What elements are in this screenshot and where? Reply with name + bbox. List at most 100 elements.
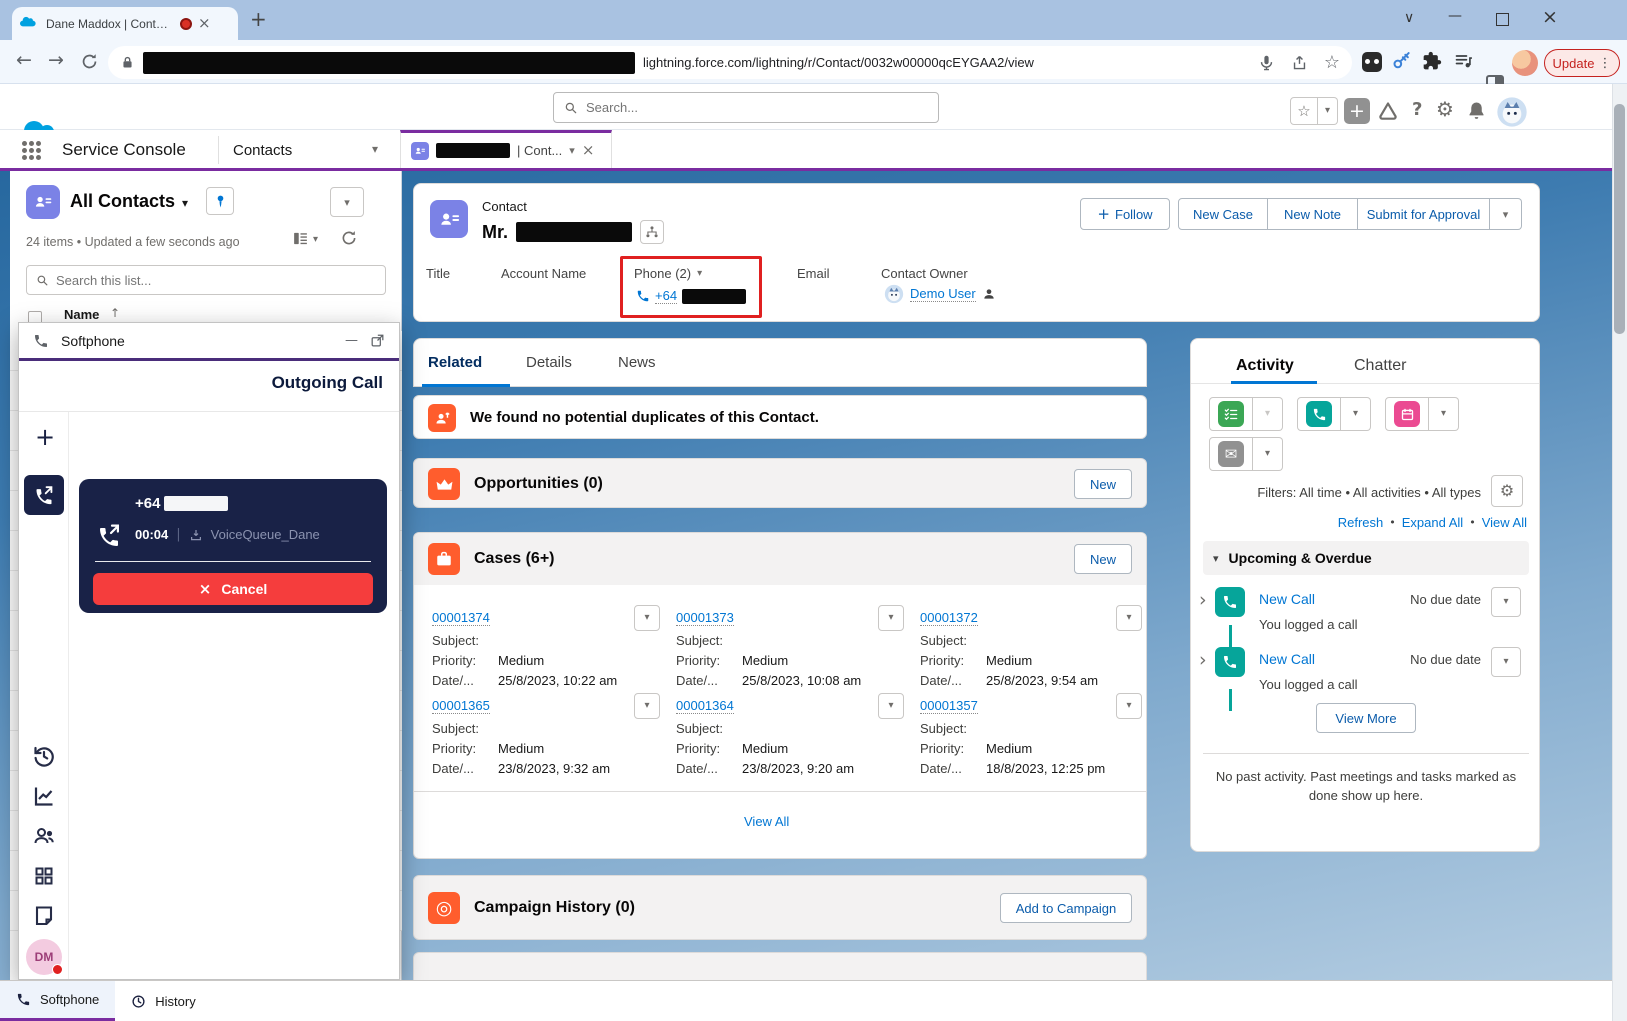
tab-chatter[interactable]: Chatter bbox=[1354, 357, 1406, 375]
list-search-box[interactable] bbox=[26, 265, 386, 295]
owner-link[interactable]: Demo User bbox=[910, 286, 976, 302]
case-number-link[interactable]: 00001374 bbox=[432, 610, 490, 626]
nav-tab-contacts[interactable]: Contacts bbox=[233, 142, 292, 159]
browser-tab[interactable]: Dane Maddox | Contact | Sal × bbox=[12, 7, 238, 40]
case-row-actions[interactable]: ▾ bbox=[1116, 605, 1142, 631]
refresh-list-icon[interactable] bbox=[340, 229, 358, 247]
phone-value-prefix[interactable]: +64 bbox=[655, 288, 677, 304]
case-row-actions[interactable]: ▾ bbox=[634, 605, 660, 631]
tab-news[interactable]: News bbox=[618, 354, 656, 371]
list-view-dropdown-icon[interactable]: ▾ bbox=[182, 197, 188, 209]
utility-history-tab[interactable]: History bbox=[115, 981, 211, 1021]
list-search-input[interactable] bbox=[56, 273, 376, 288]
case-row-actions[interactable]: ▾ bbox=[878, 605, 904, 631]
contacts-icon[interactable] bbox=[32, 824, 56, 848]
new-call-tab-icon[interactable]: + bbox=[35, 425, 55, 449]
list-actions-dropdown[interactable]: ▾ bbox=[330, 187, 364, 217]
submit-for-approval-button[interactable]: Submit for Approval bbox=[1358, 198, 1490, 230]
case-number-link[interactable]: 00001365 bbox=[432, 698, 490, 714]
scrollbar-thumb[interactable] bbox=[1614, 104, 1625, 334]
activity-item-title[interactable]: New Call bbox=[1259, 651, 1315, 667]
expand-item-icon[interactable]: › bbox=[1199, 651, 1207, 670]
softphone-minimize-icon[interactable]: — bbox=[345, 334, 358, 347]
activity-item-actions[interactable]: ▾ bbox=[1491, 647, 1521, 677]
notifications-bell-icon[interactable] bbox=[1466, 100, 1487, 121]
campaign-history-title[interactable]: Campaign History (0) bbox=[474, 899, 635, 917]
app-launcher-icon[interactable] bbox=[22, 141, 41, 160]
trailhead-icon[interactable] bbox=[1376, 99, 1400, 123]
share-icon[interactable] bbox=[1291, 54, 1308, 71]
cases-title[interactable]: Cases (6+) bbox=[474, 550, 555, 568]
follow-button[interactable]: + Follow bbox=[1080, 198, 1170, 230]
browser-update-button[interactable]: Update ⋮ bbox=[1544, 49, 1620, 77]
help-icon[interactable]: ? bbox=[1412, 101, 1422, 119]
global-search-input[interactable] bbox=[586, 100, 928, 115]
activity-view-all-link[interactable]: View All bbox=[1482, 515, 1527, 530]
refresh-link[interactable]: Refresh bbox=[1338, 515, 1384, 530]
cancel-call-button[interactable]: × Cancel bbox=[93, 573, 373, 605]
more-actions-dropdown[interactable]: ▾ bbox=[1490, 198, 1522, 230]
address-bar[interactable]: lightning.force.com/lightning/r/Contact/… bbox=[108, 46, 1352, 79]
activity-item-title[interactable]: New Call bbox=[1259, 591, 1315, 607]
window-close-button[interactable]: × bbox=[1542, 8, 1558, 27]
opportunities-title[interactable]: Opportunities (0) bbox=[474, 475, 603, 493]
new-note-button[interactable]: New Note bbox=[1268, 198, 1358, 230]
global-actions-button[interactable]: + bbox=[1344, 98, 1370, 124]
case-number-link[interactable]: 00001357 bbox=[920, 698, 978, 714]
browser-profile-avatar[interactable] bbox=[1512, 50, 1538, 76]
call-dropdown[interactable]: ▾ bbox=[1341, 397, 1371, 431]
softphone-popout-icon[interactable] bbox=[370, 333, 385, 348]
tab-details[interactable]: Details bbox=[526, 354, 572, 371]
user-avatar[interactable] bbox=[1496, 96, 1528, 128]
case-row-actions[interactable]: ▾ bbox=[878, 693, 904, 719]
setup-gear-icon[interactable]: ⚙ bbox=[1436, 99, 1454, 119]
utility-softphone-tab[interactable]: Softphone bbox=[0, 981, 115, 1021]
tab-activity[interactable]: Activity bbox=[1236, 357, 1294, 375]
nav-tab-dropdown-icon[interactable]: ▾ bbox=[372, 143, 378, 155]
analytics-icon[interactable] bbox=[32, 784, 56, 808]
workspace-tab-contact[interactable]: | Cont... ▾ × bbox=[400, 130, 612, 168]
forward-button[interactable]: → bbox=[48, 51, 64, 70]
tab-close-icon[interactable]: × bbox=[198, 16, 211, 31]
call-history-icon[interactable] bbox=[32, 744, 56, 768]
notes-icon[interactable] bbox=[32, 904, 56, 928]
global-search[interactable] bbox=[553, 92, 939, 123]
window-minimize-button[interactable]: — bbox=[1448, 9, 1462, 23]
new-opportunity-button[interactable]: New bbox=[1074, 469, 1132, 499]
extension-dark-icon[interactable] bbox=[1362, 52, 1382, 72]
reload-button[interactable] bbox=[80, 52, 99, 71]
window-maximize-button[interactable] bbox=[1496, 13, 1509, 26]
new-case-button[interactable]: New Case bbox=[1178, 198, 1268, 230]
mic-icon[interactable] bbox=[1258, 54, 1275, 71]
name-column-header[interactable]: Name bbox=[64, 307, 99, 322]
bookmark-star-icon[interactable]: ☆ bbox=[1324, 54, 1340, 72]
favorites-dropdown-button[interactable]: ▾ bbox=[1318, 97, 1338, 125]
activity-settings-button[interactable]: ⚙ bbox=[1491, 475, 1523, 507]
pin-list-button[interactable] bbox=[206, 187, 234, 215]
case-number-link[interactable]: 00001364 bbox=[676, 698, 734, 714]
softphone-user-avatar[interactable]: DM bbox=[26, 939, 62, 975]
list-view-title[interactable]: All Contacts bbox=[70, 191, 175, 212]
extension-key-icon[interactable] bbox=[1392, 51, 1412, 71]
tab-related[interactable]: Related bbox=[428, 354, 482, 371]
task-dropdown[interactable]: ▾ bbox=[1253, 397, 1283, 431]
new-tab-button[interactable]: + bbox=[250, 9, 267, 29]
new-case-related-button[interactable]: New bbox=[1074, 544, 1132, 574]
display-as-icon[interactable] bbox=[292, 230, 309, 247]
new-event-button[interactable] bbox=[1385, 397, 1429, 431]
phone-dropdown-icon[interactable]: ▾ bbox=[697, 269, 702, 279]
new-task-button[interactable] bbox=[1209, 397, 1253, 431]
dialpad-icon[interactable] bbox=[32, 864, 56, 888]
case-row-actions[interactable]: ▾ bbox=[1116, 693, 1142, 719]
view-hierarchy-button[interactable] bbox=[640, 220, 664, 244]
active-call-tab[interactable] bbox=[24, 475, 64, 515]
change-owner-icon[interactable] bbox=[982, 287, 996, 301]
view-more-button[interactable]: View More bbox=[1316, 703, 1416, 733]
case-row-actions[interactable]: ▾ bbox=[634, 693, 660, 719]
reading-list-icon[interactable] bbox=[1454, 51, 1474, 71]
cases-view-all-link[interactable]: View All bbox=[744, 814, 789, 829]
upcoming-overdue-header[interactable]: ▾ Upcoming & Overdue bbox=[1203, 541, 1529, 575]
email-button[interactable]: ✉ bbox=[1209, 437, 1253, 471]
event-dropdown[interactable]: ▾ bbox=[1429, 397, 1459, 431]
workspace-tab-close-icon[interactable]: × bbox=[582, 143, 595, 158]
